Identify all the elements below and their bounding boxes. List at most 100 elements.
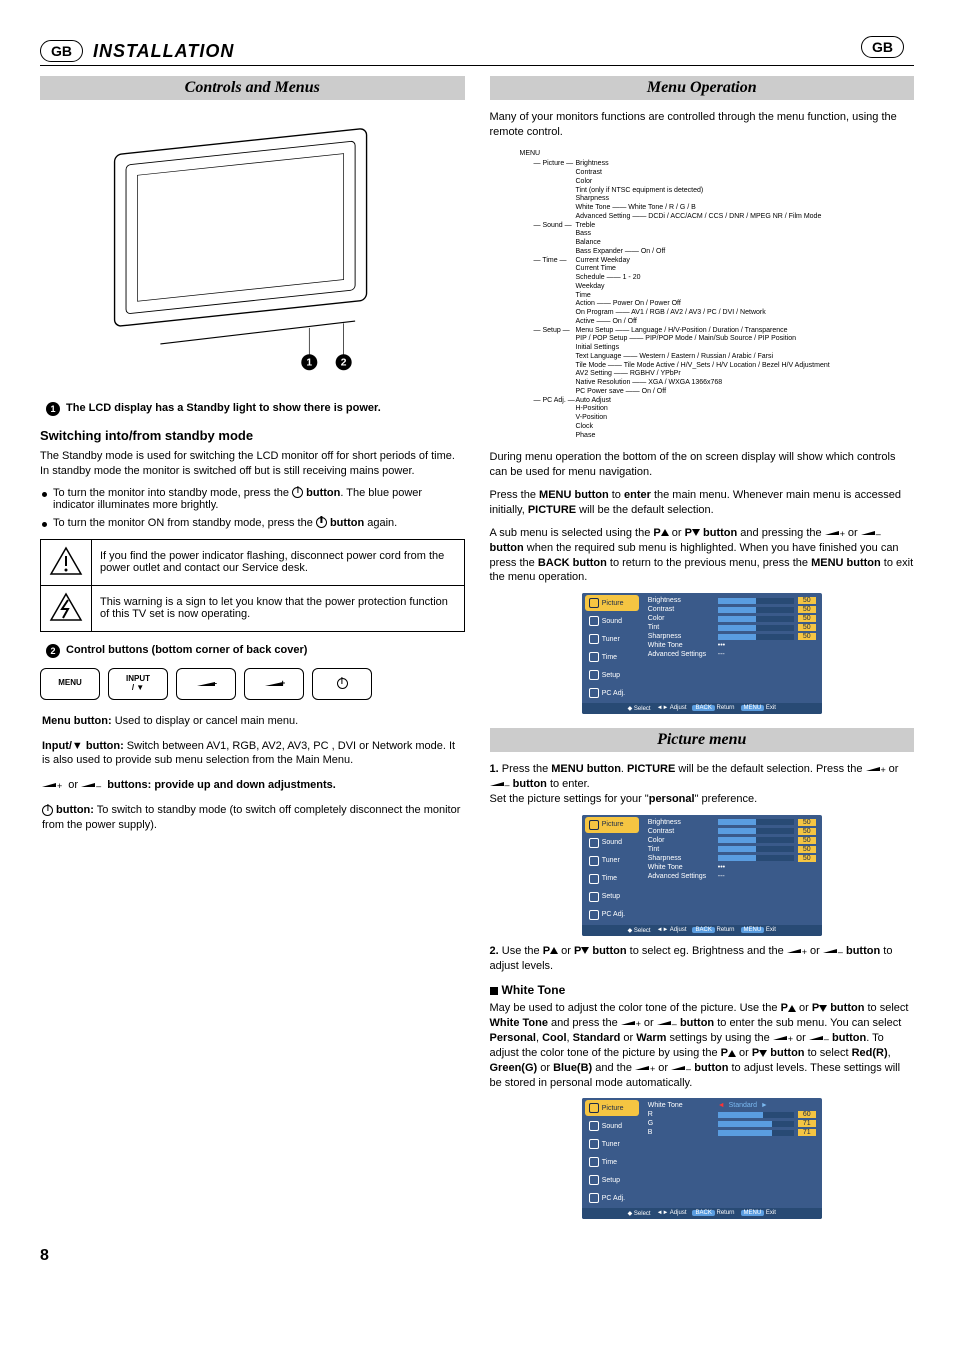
tree-item: H-Position <box>576 405 611 414</box>
callout-num-1: 1 <box>46 402 60 416</box>
osd-tab: Time <box>585 1154 639 1170</box>
tree-section: — Sound —TrebleBassBalanceBass Expander … <box>534 222 915 257</box>
osd-tab: Tuner <box>585 631 639 647</box>
tree-item: Bass Expander —— On / Off <box>576 248 666 257</box>
osd-tab: Setup <box>585 889 639 905</box>
tree-item: Advanced Setting —— DCDi / ACC/ACM / CCS… <box>576 213 822 222</box>
def-power: button: To switch to standby mode (to sw… <box>40 803 465 833</box>
tree-item: Clock <box>576 423 611 432</box>
power-icon <box>42 805 53 816</box>
tree-item: Initial Settings <box>576 344 830 353</box>
tree-item: Treble <box>576 222 666 231</box>
right-column: Menu Operation Many of your monitors fun… <box>490 76 915 1227</box>
svg-text:2: 2 <box>341 358 347 369</box>
osd-tab: Setup <box>585 667 639 683</box>
electric-icon <box>49 592 83 622</box>
controls-band: Controls and Menus <box>40 76 465 100</box>
tree-item: PIP / POP Setup —— PIP/POP Mode / Main/S… <box>576 335 830 344</box>
standby-heading: Switching into/from standby mode <box>40 428 465 443</box>
step-1: 1. Press the MENU button. PICTURE will b… <box>490 762 915 807</box>
tree-section: — Time —Current WeekdayCurrent TimeSched… <box>534 257 915 327</box>
warning-icon-cell <box>41 539 92 585</box>
page-header: GB INSTALLATION GB <box>40 40 914 66</box>
osd-tab: Sound <box>585 1118 639 1134</box>
callout-2: 2 Control buttons (bottom corner of back… <box>40 644 465 658</box>
tree-item: Tint (only if NTSC equipment is detected… <box>576 187 822 196</box>
osd-screenshot-1: Picture Sound Tuner Time Setup PC Adj. Bright… <box>582 593 822 714</box>
tree-item: Text Language —— Western / Eastern / Rus… <box>576 353 830 362</box>
hw-power-button[interactable] <box>312 668 372 700</box>
osd-row: G71 <box>648 1120 816 1127</box>
tree-item: Contrast <box>576 169 822 178</box>
osd-row: Sharpness50 <box>648 855 816 862</box>
bullet-1: To turn the monitor into standby mode, p… <box>40 487 465 511</box>
warning-2-text: This warning is a sign to let you know t… <box>92 585 465 631</box>
power-icon <box>292 487 303 498</box>
caution-icon <box>49 546 83 576</box>
def-plusminus: or buttons: provide up and down adjustme… <box>40 778 465 793</box>
callout-2-text: Control buttons (bottom corner of back c… <box>66 644 307 656</box>
osd-row: R60 <box>648 1111 816 1118</box>
osd-tab: PC Adj. <box>585 685 639 701</box>
tree-item: Auto Adjust <box>576 397 611 406</box>
bullet-dot-icon <box>42 522 47 527</box>
osd-screenshot-2: PictureSoundTunerTimeSetupPC Adj. Bright… <box>582 815 822 936</box>
osd-tab: Setup <box>585 1172 639 1188</box>
square-icon <box>490 987 498 995</box>
hw-plus-button[interactable] <box>244 668 304 700</box>
menu-op-band: Menu Operation <box>490 76 915 100</box>
hw-input-button[interactable]: INPUT / ▼ <box>108 668 168 700</box>
gb-badge-right: GB <box>861 36 904 58</box>
svg-text:1: 1 <box>307 358 313 369</box>
white-tone-heading: White Tone <box>490 983 915 997</box>
osd-row: B71 <box>648 1129 816 1136</box>
osd-row: White Tone◄ Standard ► <box>648 1102 816 1109</box>
def-input: Input/▼ button: Switch between AV1, RGB,… <box>40 739 465 769</box>
osd-tab: Picture <box>585 595 639 611</box>
osd-tab: Sound <box>585 835 639 851</box>
tree-item: AV2 Setting —— RGBHV / YPbPr <box>576 370 830 379</box>
osd-tab: Tuner <box>585 1136 639 1152</box>
power-icon <box>316 517 327 528</box>
hw-menu-button[interactable]: MENU <box>40 668 100 700</box>
osd-tab: PC Adj. <box>585 907 639 923</box>
bullet-2: To turn the monitor ON from standby mode… <box>40 517 465 529</box>
tree-item: Current Weekday <box>576 257 766 266</box>
osd-tab: Time <box>585 649 639 665</box>
tree-item: Weekday <box>576 283 766 292</box>
tree-item: Active —— On / Off <box>576 318 766 327</box>
white-tone-para: May be used to adjust the color tone of … <box>490 1001 915 1090</box>
tree-item: Menu Setup —— Language / H/V-Position / … <box>576 327 830 336</box>
osd-row: Contrast50 <box>648 828 816 835</box>
menu-op-intro: Many of your monitors functions are cont… <box>490 110 915 140</box>
tree-item: Schedule —— 1 - 20 <box>576 274 766 283</box>
tree-item: Time <box>576 292 766 301</box>
page-number: 8 <box>40 1247 914 1265</box>
tree-item: Bass <box>576 230 666 239</box>
tree-item: On Program —— AV1 / RGB / AV2 / AV3 / PC… <box>576 309 766 318</box>
after-tree-2: Press the MENU button to enter the main … <box>490 488 915 518</box>
tree-section: — PC Adj. —Auto AdjustH-PositionV-Positi… <box>534 397 915 441</box>
osd-tab: Tuner <box>585 853 639 869</box>
osd-row: Brightness50 <box>648 597 816 604</box>
tree-item: Brightness <box>576 160 822 169</box>
left-column: Controls and Menus 1 2 1 The LCD display… <box>40 76 465 1227</box>
osd-tab: Sound <box>585 613 639 629</box>
osd-tab: Picture <box>585 1100 639 1116</box>
warning-icon-cell <box>41 585 92 631</box>
hw-minus-button[interactable] <box>176 668 236 700</box>
gb-badge-left: GB <box>40 40 83 62</box>
osd-tab: Picture <box>585 817 639 833</box>
osd-row: Tint50 <box>648 624 816 631</box>
step-2: 2. Use the P or P button to select eg. B… <box>490 944 915 974</box>
tree-item: Phase <box>576 432 611 441</box>
tree-item: Color <box>576 178 822 187</box>
bullet-1-text: To turn the monitor into standby mode, p… <box>53 487 465 511</box>
tree-item: Sharpness <box>576 195 822 204</box>
after-tree-1: During menu operation the bottom of the … <box>490 450 915 480</box>
tree-item: PC Power save —— On / Off <box>576 388 830 397</box>
tree-section: — Picture —BrightnessContrastColorTint (… <box>534 160 915 221</box>
tree-root: MENU <box>520 150 915 159</box>
tree-item: Tile Mode —— Tile Mode Active / H/V_Sets… <box>576 362 830 371</box>
osd-row: Brightness50 <box>648 819 816 826</box>
